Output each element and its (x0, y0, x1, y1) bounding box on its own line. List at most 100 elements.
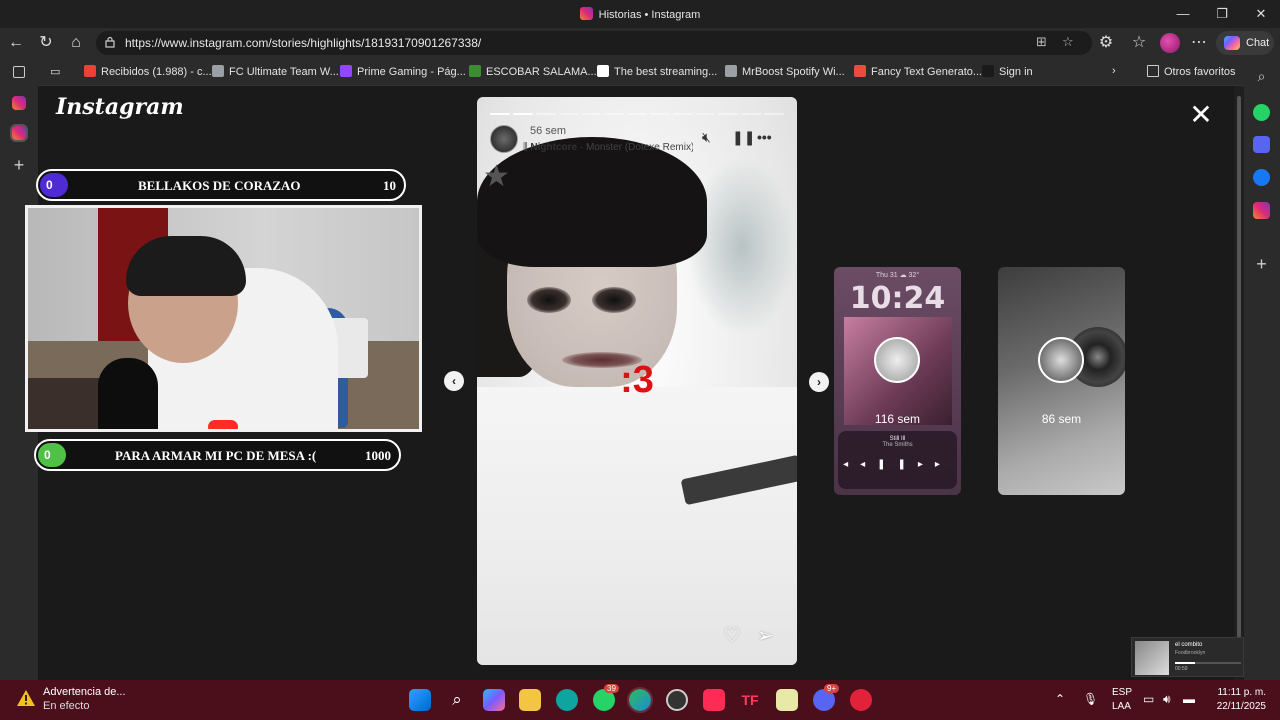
notepad-icon[interactable] (776, 689, 798, 711)
search-icon[interactable]: ⌕ (1253, 68, 1270, 85)
clock-time[interactable]: 11:11 p. m. (1200, 687, 1266, 698)
warning-title[interactable]: Advertencia de... (43, 686, 126, 698)
battery-icon[interactable]: ▬ (1183, 692, 1195, 706)
tiktok-icon[interactable] (703, 689, 725, 711)
mini-player-thumbnail (1135, 641, 1169, 675)
file-explorer-icon[interactable] (519, 689, 541, 711)
warning-icon[interactable] (16, 688, 36, 708)
back-button[interactable]: ← (4, 32, 28, 54)
start-windows-icon[interactable] (409, 689, 431, 711)
share-send-icon[interactable]: ➢ (757, 623, 774, 648)
favorite-item[interactable]: The best streaming... (597, 65, 717, 78)
favorite-label: Recibidos (1.988) - c... (101, 66, 212, 78)
goal-title: BELLAKOS DE CORAZAO (138, 178, 301, 193)
goal-target: 10 (383, 178, 396, 193)
whatsapp-icon[interactable] (1253, 104, 1270, 121)
story-progress-segment (695, 113, 716, 115)
media-mini-player[interactable]: el combito Foodbrooklyn 00:59 (1131, 637, 1244, 677)
story-progress-segment (535, 113, 556, 115)
favorites-bar: ▭ Recibidos (1.988) - c... FC Ultimate T… (0, 58, 1280, 86)
tab-actions-icon[interactable] (13, 66, 25, 78)
goal-target: 1000 (365, 448, 391, 463)
restore-button[interactable]: ❐ (1207, 4, 1237, 24)
story-viewer[interactable]: 56 sem ⫼ Nightcore · Monster (Dotexe Rem… (477, 97, 797, 665)
facebook-icon[interactable] (1253, 169, 1270, 186)
app-icon[interactable] (556, 689, 578, 711)
add-sidebar-app-icon[interactable]: + (1253, 255, 1270, 273)
like-heart-icon[interactable]: ♡ (723, 623, 741, 648)
goal-bar-top: 0 BELLAKOS DE CORAZAO 10 (36, 169, 406, 201)
favorite-item[interactable]: ESCOBAR SALAMA... (469, 65, 597, 78)
obs-icon[interactable] (666, 689, 688, 711)
lock-icon (105, 36, 115, 48)
tab-instagram[interactable] (12, 96, 26, 110)
story-caption: :3 (620, 359, 654, 401)
favorites-icon[interactable]: ☆ (1127, 32, 1151, 54)
media-player-icon[interactable] (850, 689, 872, 711)
copilot-chat-button[interactable]: Chat (1216, 31, 1274, 55)
favorite-label: The best streaming... (614, 66, 718, 78)
new-tab-plus-icon[interactable]: + (10, 156, 28, 174)
mini-player-title: el combito (1175, 642, 1203, 648)
favorite-item[interactable]: MrBoost Spotify Wi... (725, 65, 845, 78)
gmail-icon (84, 65, 96, 77)
warning-subtitle: En efecto (43, 700, 90, 712)
close-stories-button[interactable]: ✕ (1187, 101, 1215, 129)
favorite-label: Fancy Text Generato... (871, 66, 983, 78)
favorite-item[interactable]: Prime Gaming - Pág... (340, 65, 466, 78)
mute-icon[interactable]: 🔇︎ (702, 129, 711, 146)
refresh-button[interactable]: ↻ (34, 32, 58, 54)
favorites-overflow-chevron-icon[interactable]: › (1112, 65, 1116, 77)
other-favorites-folder[interactable]: Otros favoritos (1147, 65, 1236, 78)
discord-icon[interactable] (1253, 136, 1270, 153)
edge-browser-icon[interactable] (627, 687, 653, 713)
copilot-icon[interactable] (483, 689, 505, 711)
tf-app-icon[interactable]: TF (739, 689, 761, 711)
story-music[interactable]: ⫼ Nightcore · Monster (Dotexe Remix) (523, 142, 693, 153)
story-progress-segment (672, 113, 693, 115)
leaf-icon (469, 65, 481, 77)
lockscreen-date: Thu 31 ☁ 32° (875, 272, 920, 279)
close-window-button[interactable]: ✕ (1246, 4, 1276, 24)
microphone-icon[interactable]: 🎙︎ (1083, 692, 1098, 706)
story-avatar (874, 337, 920, 383)
instagram-icon (579, 7, 593, 20)
story-preview-card[interactable]: 86 sem (998, 267, 1125, 495)
mini-player-progress[interactable] (1175, 662, 1241, 664)
more-options-icon[interactable]: ••• (757, 129, 772, 145)
pause-icon[interactable]: ❚❚ (732, 129, 755, 146)
next-story-button[interactable]: › (809, 372, 829, 392)
goal-current: 0 (44, 448, 51, 462)
favorite-item[interactable]: Sign in (982, 65, 1033, 78)
favorite-label: ESCOBAR SALAMA... (486, 66, 597, 78)
volume-icon[interactable]: 🔊︎ (1163, 692, 1171, 707)
favorite-item[interactable]: Fancy Text Generato... (854, 65, 982, 78)
story-progress-segment (512, 113, 533, 115)
instagram-logo[interactable]: Instagram (56, 94, 184, 120)
input-language[interactable]: ESP (1112, 687, 1132, 698)
home-button[interactable]: ⌂ (64, 32, 88, 54)
keyboard-layout[interactable]: LAA (1112, 701, 1131, 712)
address-bar[interactable]: https://www.instagram.com/stories/highli… (96, 31, 1092, 55)
reading-list-icon[interactable]: ▭ (50, 65, 60, 78)
tab-instagram-active[interactable] (10, 124, 28, 142)
minimize-button[interactable]: — (1168, 4, 1198, 24)
page-scrollbar[interactable] (1234, 86, 1244, 680)
search-icon[interactable]: ⌕ (446, 689, 468, 711)
favorite-item[interactable]: Recibidos (1.988) - c... (84, 65, 212, 78)
profile-avatar[interactable] (1160, 33, 1180, 53)
more-menu-icon[interactable]: ⋯ (1187, 32, 1211, 54)
story-progress-segment (764, 113, 784, 115)
story-avatar[interactable] (490, 125, 518, 153)
show-hidden-icons-chevron-icon[interactable]: ⌃ (1055, 692, 1065, 706)
network-icon[interactable]: ▭ (1143, 692, 1154, 706)
favorite-item[interactable]: FC Ultimate Team W... (212, 65, 339, 78)
extensions-icon[interactable]: ⚙ (1094, 32, 1118, 54)
favorite-star-icon[interactable]: ☆ (1062, 34, 1074, 50)
previous-story-button[interactable]: ‹ (444, 371, 464, 391)
app-available-icon[interactable]: ⊞ (1036, 34, 1047, 50)
favorite-label: Prime Gaming - Pág... (357, 66, 466, 78)
story-preview-card[interactable]: Thu 31 ☁ 32° 10:24 116 sem Still Ill The … (834, 267, 961, 495)
clock-date[interactable]: 22/11/2025 (1200, 701, 1266, 712)
instagram-icon[interactable] (1253, 202, 1270, 219)
